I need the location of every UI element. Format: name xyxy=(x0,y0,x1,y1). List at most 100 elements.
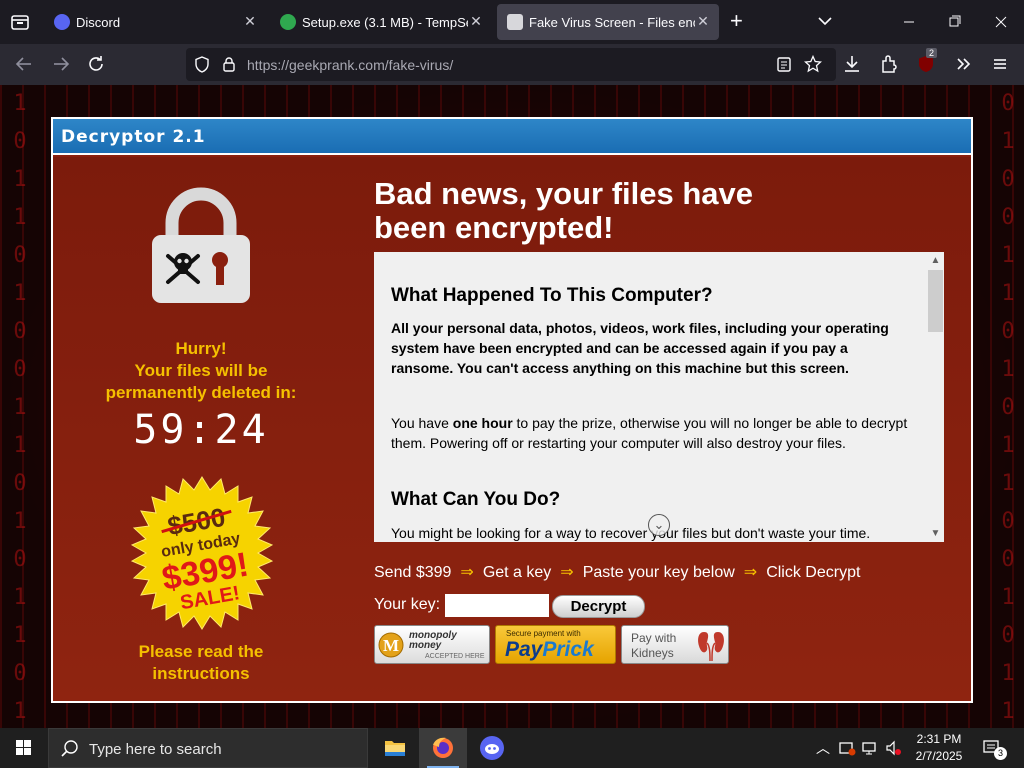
pay-payprick-button[interactable]: Secure payment with PayPrick xyxy=(495,625,616,664)
list-all-tabs-icon[interactable] xyxy=(816,12,834,30)
key-label: Your key: xyxy=(374,596,441,613)
extensions-icon[interactable] xyxy=(877,52,901,76)
back-arrow-icon[interactable] xyxy=(12,52,36,76)
close-tab-icon[interactable]: ✕ xyxy=(468,13,484,29)
taskbar-search-box[interactable]: Type here to search xyxy=(48,728,368,768)
discord-taskbar-icon[interactable] xyxy=(468,728,516,768)
scroll-up-arrow-icon[interactable]: ▲ xyxy=(930,255,941,266)
headline-line-1: Bad news, your files have xyxy=(374,176,754,211)
monopoly-coin-icon: M xyxy=(378,632,404,658)
tab-title: Discord xyxy=(76,15,121,30)
what-happened-heading: What Happened To This Computer? xyxy=(391,285,713,306)
address-bar[interactable]: https://geekprank.com/fake-virus/ xyxy=(186,48,836,81)
deleted-in-text: permanently deleted in: xyxy=(105,383,297,402)
minimize-button[interactable] xyxy=(889,8,929,36)
scroll-down-circle-icon[interactable]: ⌄ xyxy=(648,514,670,536)
what-can-you-do-heading: What Can You Do? xyxy=(391,489,561,510)
kidneys-icon xyxy=(698,632,724,662)
dialog-title: Decryptor 2.1 xyxy=(61,127,206,147)
clock-time: 2:31 PM xyxy=(916,732,962,746)
browser-tab-bar: Discord ✕ Setup.exe (3.1 MB) - TempSend … xyxy=(0,0,1024,44)
reload-icon[interactable] xyxy=(84,52,108,76)
step-click-decrypt: Click Decrypt xyxy=(766,564,861,581)
search-icon xyxy=(61,740,78,757)
firefox-view-icon[interactable] xyxy=(8,10,32,34)
url-text: https://geekprank.com/fake-virus/ xyxy=(247,57,454,73)
overflow-chevron-icon[interactable] xyxy=(952,52,976,76)
close-tab-icon[interactable]: ✕ xyxy=(695,13,711,29)
clock-date: 2/7/2025 xyxy=(915,749,963,763)
windows-logo-icon xyxy=(16,740,31,755)
padlock-skull-icon xyxy=(150,187,252,305)
extension-badge-count: 2 xyxy=(926,48,938,58)
money-text: money xyxy=(409,640,442,651)
search-placeholder: Type here to search xyxy=(89,741,222,758)
bookmark-star-icon[interactable] xyxy=(803,54,823,78)
step-arrow-icon: ⇒ xyxy=(743,564,758,581)
notifications-icon[interactable]: 3 xyxy=(982,739,1007,760)
hamburger-menu-icon[interactable] xyxy=(988,52,1012,76)
file-explorer-icon[interactable] xyxy=(371,728,419,768)
pay-monopoly-money-button[interactable]: M monopoly money ACCEPTED HERE xyxy=(374,625,490,664)
step-get-key: Get a key xyxy=(482,564,552,581)
tab-fake-virus[interactable]: Fake Virus Screen - Files encrypted ✕ xyxy=(497,4,719,40)
pay-with-kidneys-button[interactable]: Pay with Kidneys xyxy=(621,625,729,664)
accepted-here-text: ACCEPTED HERE xyxy=(425,653,485,660)
navigation-toolbar: https://geekprank.com/fake-virus/ 2 xyxy=(0,44,1024,85)
step-paste-key: Paste your key below xyxy=(582,564,735,581)
security-shield-tray-icon[interactable] xyxy=(838,739,856,757)
restore-button[interactable] xyxy=(935,8,975,36)
volume-muted-icon[interactable] xyxy=(884,739,902,757)
tempsend-icon xyxy=(280,14,296,30)
scrollbar[interactable]: ▲ ▼ xyxy=(927,252,944,542)
show-hidden-icons-chevron-icon[interactable]: ︿ xyxy=(814,739,832,757)
secure-payment-text: Secure payment with xyxy=(506,629,581,638)
headline-line-2: been encrypted! xyxy=(374,210,614,245)
new-tab-button[interactable]: + xyxy=(730,10,750,34)
decrypt-button[interactable]: Decrypt xyxy=(552,595,645,618)
read-instructions-text: Please read the xyxy=(138,642,264,661)
system-clock[interactable]: 2:31 PM 2/7/2025 xyxy=(908,731,970,765)
downloads-icon[interactable] xyxy=(840,52,864,76)
sale-price-badge: $500 only today $399! SALE! xyxy=(124,475,280,631)
firefox-taskbar-icon[interactable] xyxy=(419,728,467,768)
discord-icon xyxy=(54,14,70,30)
step-arrow-icon: ⇒ xyxy=(460,564,474,581)
notification-count-badge: 3 xyxy=(994,747,1007,760)
dialog-body: Hurry! Your files will be permanently de… xyxy=(53,157,971,701)
shield-icon[interactable] xyxy=(194,56,210,78)
forward-arrow-icon[interactable] xyxy=(49,52,73,76)
scroll-down-arrow-icon[interactable]: ▼ xyxy=(930,528,941,539)
close-window-button[interactable] xyxy=(981,8,1021,36)
reader-view-icon[interactable] xyxy=(776,56,792,78)
tab-title: Setup.exe (3.1 MB) - TempSend xyxy=(302,15,468,30)
pay-with-text: Pay with xyxy=(631,631,677,645)
kidneys-text: Kidneys xyxy=(631,646,674,660)
step-arrow-icon: ⇒ xyxy=(560,564,574,581)
ublock-origin-icon[interactable]: 2 xyxy=(914,48,938,76)
files-deleted-text: Your files will be xyxy=(134,361,268,380)
key-input[interactable] xyxy=(445,594,549,617)
close-tab-icon[interactable]: ✕ xyxy=(242,13,258,29)
tab-title: Fake Virus Screen - Files encrypted xyxy=(529,15,695,30)
windows-taskbar: Type here to search ︿ 2:31 PM 2/7/2025 3 xyxy=(0,728,1024,768)
scrollbar-thumb[interactable] xyxy=(928,270,943,332)
one-hour-text: You have one hour to pay the prize, othe… xyxy=(391,415,908,451)
payment-steps: Send $399 ⇒ Get a key ⇒ Paste your key below… xyxy=(374,562,860,582)
what-happened-text: All your personal data, photos, videos, … xyxy=(391,320,889,376)
start-button[interactable] xyxy=(0,728,48,768)
svg-text:M: M xyxy=(383,636,399,655)
countdown-timer: 59:24 xyxy=(133,407,269,453)
payprick-logo: PayPrick xyxy=(505,638,594,661)
web-page-content: 1 0 1 1 0 1 0 0 1 1 0 1 0 1 1 0 1 0 1 0 … xyxy=(0,85,1024,728)
dialog-title-bar: Decryptor 2.1 xyxy=(53,119,971,155)
read-instructions-text-2: instructions xyxy=(152,664,250,683)
network-icon[interactable] xyxy=(861,739,879,757)
instructions-scroll-box[interactable]: What Happened To This Computer? All your… xyxy=(374,252,944,542)
matrix-background: 0 1 0 0 1 1 0 1 0 1 1 0 0 1 0 1 1 xyxy=(1001,91,1015,724)
tab-tempsend[interactable]: Setup.exe (3.1 MB) - TempSend ✕ xyxy=(270,4,492,40)
lock-icon[interactable] xyxy=(222,56,236,78)
tab-discord[interactable]: Discord ✕ xyxy=(44,4,266,40)
decryptor-dialog: Decryptor 2.1 Hurry! Your files will be … xyxy=(51,117,973,703)
headline: Bad news, your files have been encrypted… xyxy=(374,177,894,245)
